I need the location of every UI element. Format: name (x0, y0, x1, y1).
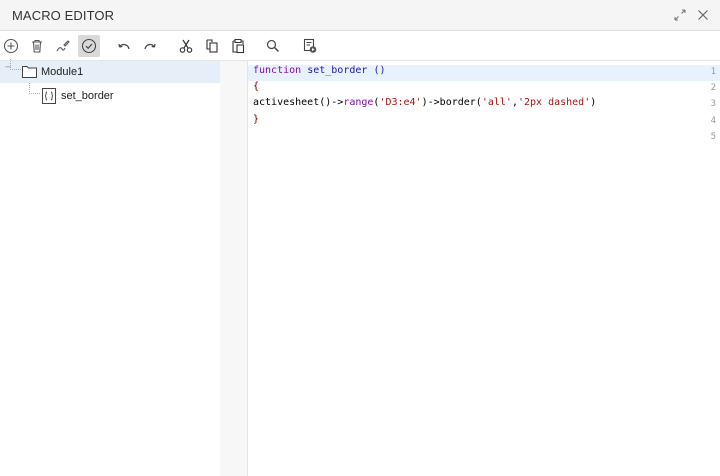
circle-plus-icon (3, 38, 19, 54)
delete-button[interactable] (26, 35, 48, 57)
code-token: 'all' (481, 97, 512, 109)
code-editor[interactable]: 1 2 3 4 5 function set_border () { activesheet… (220, 61, 720, 476)
tree-label-module1: Module1 (41, 66, 84, 78)
trash-icon (32, 39, 42, 53)
line-number: 1 (710, 67, 716, 77)
code-token: set_border (307, 65, 368, 76)
code-token: ) (590, 97, 597, 109)
code-line[interactable]: { (253, 81, 259, 92)
code-line[interactable]: function set_border () (253, 65, 385, 76)
window-title: MACRO EDITOR (12, 8, 115, 23)
close-icon[interactable] (694, 6, 712, 24)
line-number: 5 (710, 131, 716, 142)
undo-icon (118, 43, 130, 50)
cut-button[interactable] (175, 35, 197, 57)
code-token: } (253, 113, 260, 125)
search-icon (266, 39, 279, 52)
find-button[interactable] (262, 35, 284, 57)
line-number: 3 (710, 99, 716, 110)
code-token: function (253, 65, 302, 76)
paste-button[interactable] (227, 35, 249, 57)
module-tree: − Module1 set_border (0, 59, 220, 476)
rename-pen-icon (56, 40, 70, 52)
line-gutter (220, 61, 248, 476)
undo-button[interactable] (113, 35, 135, 57)
tree-item-module1[interactable]: − Module1 (0, 59, 220, 83)
paste-icon (232, 39, 245, 54)
code-token: activesheet()-> (253, 97, 344, 109)
function-file-icon (42, 88, 56, 104)
title-bar: MACRO EDITOR (0, 0, 720, 31)
line-number: 4 (710, 115, 716, 126)
copy-icon (206, 39, 218, 53)
code-token: )->border( (421, 97, 482, 109)
restore-icon[interactable] (671, 6, 689, 24)
code-token: range (343, 97, 374, 109)
tree-label-set-border: set_border (61, 90, 114, 102)
redo-icon (144, 43, 156, 50)
run-button[interactable] (299, 35, 321, 57)
line-number: 2 (710, 83, 716, 94)
check-circle-icon (81, 38, 97, 54)
toolbar (0, 32, 720, 61)
run-macro-icon (303, 38, 317, 53)
code-line[interactable]: activesheet()->range('D3:e4')->border('a… (253, 97, 596, 108)
copy-button[interactable] (201, 35, 223, 57)
redo-button[interactable] (139, 35, 161, 57)
rename-button[interactable] (52, 35, 74, 57)
code-line[interactable]: } (253, 114, 259, 125)
tree-item-set-border[interactable]: set_border (0, 83, 220, 107)
code-token: { (253, 81, 260, 93)
add-button[interactable] (0, 35, 22, 57)
code-token: () (367, 65, 386, 76)
compile-button[interactable] (78, 35, 100, 57)
tree-dotted-line (10, 59, 21, 70)
scissors-icon (179, 39, 193, 53)
code-token: 'D3:e4' (379, 97, 422, 109)
code-token: '2px dashed' (517, 97, 591, 109)
folder-icon (22, 66, 37, 78)
tree-dotted-line (29, 83, 40, 94)
